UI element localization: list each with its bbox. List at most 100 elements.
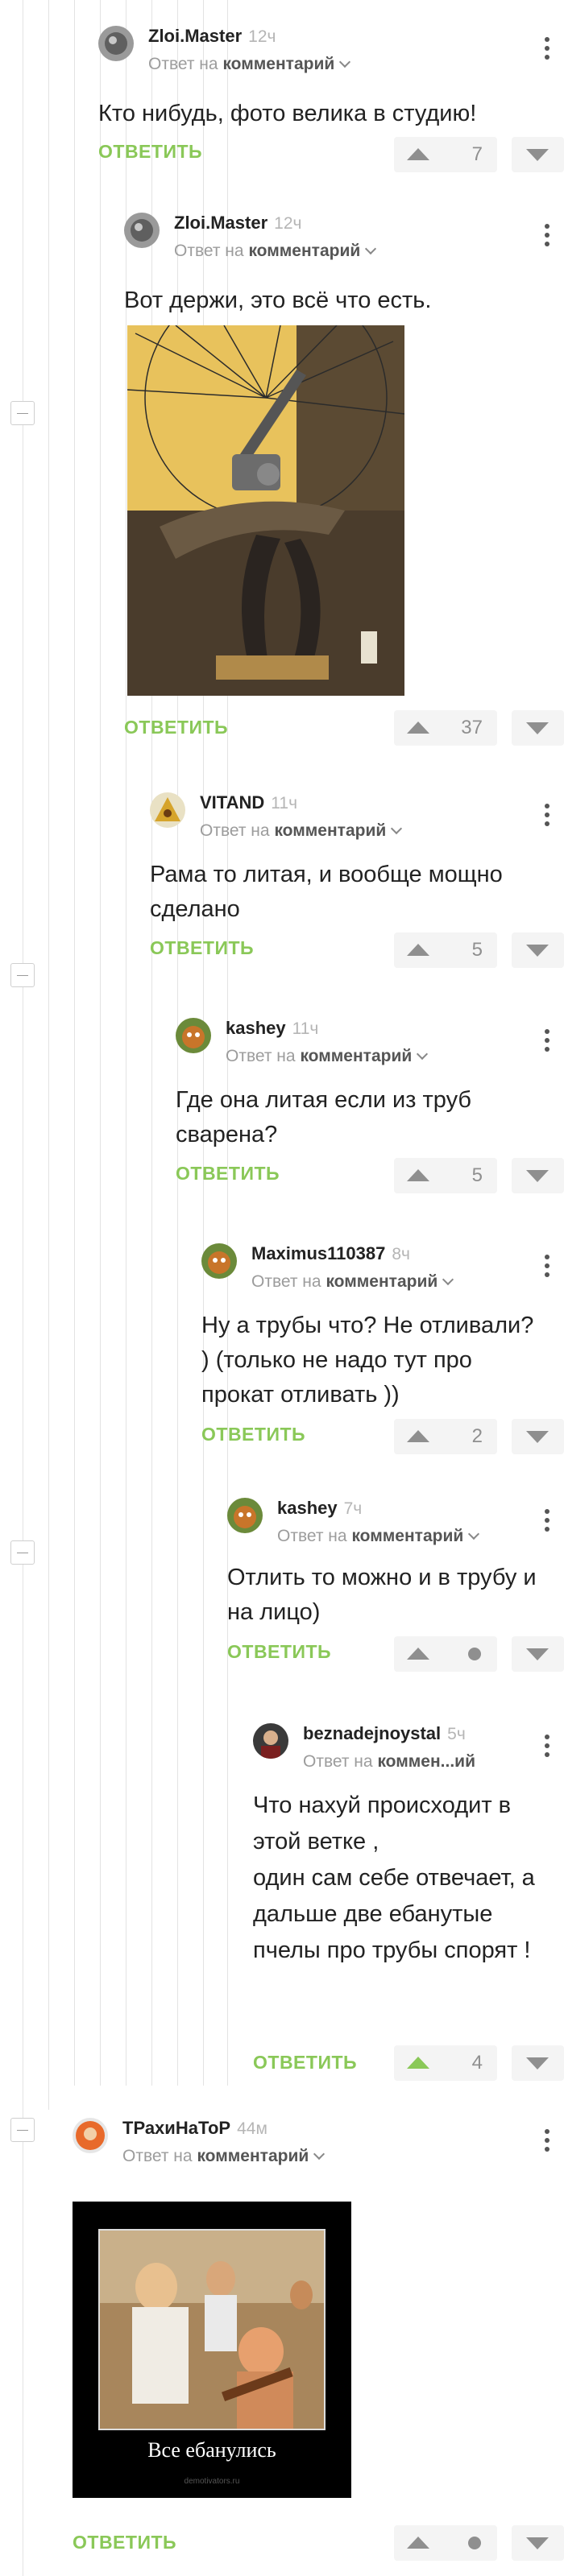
- reply-button[interactable]: ОТВЕТИТЬ: [227, 1641, 331, 1663]
- collapse-branch-button[interactable]: [10, 401, 35, 425]
- downvote-button[interactable]: [512, 710, 564, 746]
- upvote-button[interactable]: 5: [394, 1158, 497, 1193]
- reply-button[interactable]: ОТВЕТИТЬ: [253, 2052, 357, 2074]
- comment: kashey 11ч Ответ на комментарий Где она л…: [176, 1008, 564, 1218]
- comment-text: Ну а трубы что? Не отливали? ) (только н…: [201, 1313, 534, 1408]
- arrow-down-icon: [526, 1431, 549, 1443]
- downvote-button[interactable]: [512, 2045, 564, 2081]
- upvote-button[interactable]: 7: [394, 137, 497, 172]
- arrow-up-icon: [407, 722, 429, 734]
- upvote-button[interactable]: 4: [394, 2045, 497, 2081]
- rating-score: 2: [471, 1425, 483, 1447]
- comment: beznadejnoystal 5ч Ответ на коммен...ий Ч…: [253, 1714, 564, 2092]
- collapse-branch-button[interactable]: [10, 1540, 35, 1565]
- comment: ТРахиНаТоР 44м Ответ на комментарий Все е…: [73, 2108, 564, 2576]
- comment-author[interactable]: Maximus110387 8ч: [251, 1243, 410, 1264]
- upvote-button[interactable]: [394, 2525, 497, 2561]
- upvote-button[interactable]: [394, 1636, 497, 1672]
- reply-to-link[interactable]: Ответ на комментарий: [226, 1047, 429, 1066]
- comment-time: 7ч: [343, 1499, 363, 1518]
- arrow-down-icon: [526, 1170, 549, 1182]
- avatar[interactable]: [150, 792, 185, 828]
- more-menu-icon[interactable]: [545, 2129, 549, 2152]
- avatar[interactable]: [227, 1498, 263, 1533]
- reply-to-link[interactable]: Ответ на комментарий: [174, 242, 377, 261]
- more-menu-icon[interactable]: [545, 1255, 549, 1277]
- chevron-down-icon: [417, 1048, 429, 1061]
- avatar[interactable]: [176, 1018, 211, 1053]
- downvote-button[interactable]: [512, 137, 564, 172]
- downvote-button[interactable]: [512, 1419, 564, 1454]
- more-menu-icon[interactable]: [545, 1029, 549, 1052]
- comment-time: 12ч: [274, 214, 302, 233]
- collapse-branch-button[interactable]: [10, 2118, 35, 2142]
- avatar[interactable]: [253, 1723, 288, 1759]
- comment: kashey 7ч Ответ на комментарий Отлить то …: [227, 1488, 564, 1697]
- reply-button[interactable]: ОТВЕТИТЬ: [73, 2532, 176, 2553]
- downvote-button[interactable]: [512, 1158, 564, 1193]
- reply-to-link[interactable]: Ответ на коммен...ий: [303, 1752, 475, 1772]
- comment-author[interactable]: kashey 7ч: [277, 1498, 362, 1519]
- comment: VITAND 11ч Ответ на комментарий Рама то л…: [150, 783, 564, 992]
- reply-button[interactable]: ОТВЕТИТЬ: [150, 937, 254, 959]
- arrow-down-icon: [526, 722, 549, 734]
- collapse-branch-button[interactable]: [10, 963, 35, 987]
- reply-button[interactable]: ОТВЕТИТЬ: [124, 717, 228, 738]
- more-menu-icon[interactable]: [545, 804, 549, 826]
- arrow-up-icon: [407, 148, 429, 160]
- chevron-down-icon: [365, 242, 377, 255]
- arrow-up-icon: [407, 1169, 429, 1181]
- downvote-button[interactable]: [512, 2525, 564, 2561]
- downvote-button[interactable]: [512, 932, 564, 968]
- comment-author[interactable]: Zloi.Master 12ч: [174, 213, 301, 234]
- rating-score: 37: [461, 717, 483, 738]
- rating-score: 5: [471, 1164, 483, 1186]
- reply-to-link[interactable]: Ответ на комментарий: [148, 55, 351, 74]
- comment-time: 44м: [237, 2119, 267, 2138]
- comment-text: Отлить то можно и в трубу и на лицо): [227, 1565, 537, 1625]
- demotivator-caption: Все ебанулись: [147, 2438, 276, 2462]
- thread-line: [48, 0, 49, 2110]
- reply-button[interactable]: ОТВЕТИТЬ: [176, 1163, 280, 1185]
- arrow-up-icon: [407, 1648, 429, 1660]
- arrow-down-icon: [526, 1648, 549, 1660]
- downvote-button[interactable]: [512, 1636, 564, 1672]
- upvote-button[interactable]: 2: [394, 1419, 497, 1454]
- avatar[interactable]: [73, 2118, 108, 2153]
- more-menu-icon[interactable]: [545, 224, 549, 246]
- reply-button[interactable]: ОТВЕТИТЬ: [98, 141, 202, 163]
- chevron-down-icon: [468, 1528, 480, 1540]
- comment: Maximus110387 8ч Ответ на комментарий Ну …: [201, 1234, 564, 1475]
- more-menu-icon[interactable]: [545, 37, 549, 60]
- comment-time: 12ч: [248, 27, 276, 46]
- demotivator-image[interactable]: Все ебанулись demotivators.ru: [73, 2202, 351, 2498]
- comment-author[interactable]: kashey 11ч: [226, 1018, 318, 1039]
- arrow-down-icon: [526, 149, 549, 161]
- comment-time: 5ч: [447, 1725, 466, 1743]
- comment-author[interactable]: beznadejnoystal 5ч: [303, 1723, 466, 1744]
- thread-line: [74, 0, 75, 2086]
- chevron-down-icon: [442, 1273, 454, 1286]
- upvote-button[interactable]: 5: [394, 932, 497, 968]
- upvote-button[interactable]: 37: [394, 710, 497, 746]
- reply-to-link[interactable]: Ответ на комментарий: [277, 1527, 480, 1546]
- more-menu-icon[interactable]: [545, 1735, 549, 1757]
- rating-score: 5: [471, 939, 483, 961]
- avatar[interactable]: [98, 26, 134, 61]
- more-menu-icon[interactable]: [545, 1509, 549, 1532]
- arrow-up-icon: [407, 2057, 429, 2069]
- chevron-down-icon: [339, 56, 351, 68]
- avatar[interactable]: [124, 213, 160, 248]
- reply-to-link[interactable]: Ответ на комментарий: [122, 2147, 326, 2166]
- comment-author[interactable]: Zloi.Master 12ч: [148, 26, 276, 47]
- comment-time: 11ч: [271, 794, 298, 812]
- avatar[interactable]: [201, 1243, 237, 1279]
- reply-button[interactable]: ОТВЕТИТЬ: [201, 1424, 305, 1445]
- bike-photo[interactable]: [126, 276, 405, 696]
- comment-author[interactable]: VITAND 11ч: [200, 792, 297, 813]
- comment-text: Кто нибудь, фото велика в студию!: [98, 101, 477, 126]
- comment-author[interactable]: ТРахиНаТоР 44м: [122, 2118, 267, 2139]
- rating-score: 7: [471, 143, 483, 165]
- reply-to-link[interactable]: Ответ на комментарий: [200, 821, 403, 841]
- reply-to-link[interactable]: Ответ на комментарий: [251, 1272, 454, 1292]
